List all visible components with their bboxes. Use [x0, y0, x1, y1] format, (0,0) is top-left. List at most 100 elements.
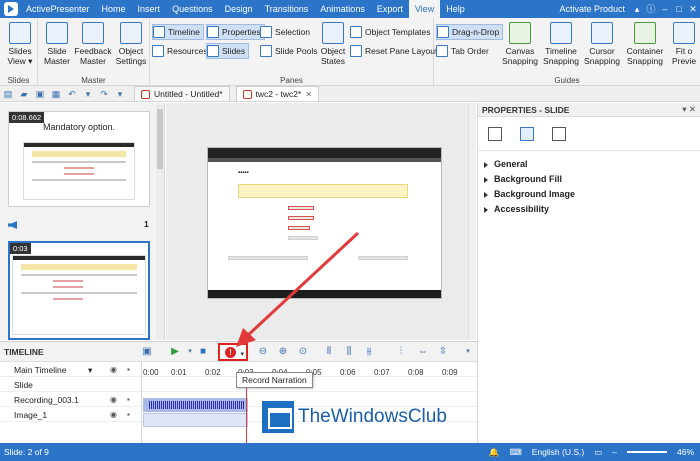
- section-general[interactable]: General: [478, 157, 700, 172]
- redo-icon[interactable]: ↷: [96, 87, 112, 101]
- timeline-pane-button[interactable]: Timeline: [152, 24, 204, 40]
- activate-product-link[interactable]: Activate Product: [554, 0, 630, 18]
- export-icon[interactable]: ▦: [48, 87, 64, 101]
- tab-order-button[interactable]: Tab Order: [436, 43, 492, 59]
- zoom-level[interactable]: 46%: [677, 447, 694, 457]
- up-icon[interactable]: ▴: [630, 0, 644, 18]
- play-dropdown-icon[interactable]: ▾: [183, 345, 197, 359]
- object-states-button[interactable]: Object States: [318, 22, 348, 66]
- fit-preview-button[interactable]: Fit o Previe: [670, 22, 698, 66]
- playhead[interactable]: [246, 380, 247, 444]
- play-icon[interactable]: ▶: [168, 345, 182, 359]
- canvas-snapping-label: Canvas Snapping: [502, 46, 538, 66]
- timeline-snapping-label: Timeline Snapping: [543, 46, 579, 66]
- section-background-image[interactable]: Background Image: [478, 187, 700, 202]
- fit-preview-icon: [673, 22, 695, 44]
- container-snapping-button[interactable]: Container Snapping: [624, 22, 666, 66]
- open-folder-icon[interactable]: ▰: [16, 87, 32, 101]
- section-label: Background Fill: [494, 174, 563, 184]
- menu-insert[interactable]: Insert: [132, 0, 167, 18]
- menu-view[interactable]: View: [408, 0, 441, 18]
- customize-icon[interactable]: ▾: [112, 87, 128, 101]
- trim-icon[interactable]: ⫼: [342, 345, 356, 359]
- ribbon: Slides View ▾ Slides Slide Master Feedba…: [0, 18, 700, 86]
- object-templates-button[interactable]: Object Templates: [350, 24, 434, 40]
- slide-master-button[interactable]: Slide Master: [42, 22, 72, 66]
- undo-icon[interactable]: ↶: [64, 87, 80, 101]
- canvas-snapping-button[interactable]: Canvas Snapping: [502, 22, 538, 66]
- lock-icon[interactable]: ▪: [127, 365, 130, 374]
- maximize-icon[interactable]: □: [672, 0, 686, 18]
- panes-group-label: Panes: [280, 76, 303, 85]
- drag-n-drop-button[interactable]: Drag-n-Drop: [436, 24, 504, 40]
- doc-tab-twc2[interactable]: twc2 - twc2* ✕: [235, 86, 320, 101]
- menu-questions[interactable]: Questions: [166, 0, 219, 18]
- slide-thumbnail-2[interactable]: 0:03: [8, 241, 150, 340]
- info-icon[interactable]: ⓘ: [644, 0, 658, 18]
- new-icon[interactable]: ▤: [0, 87, 16, 101]
- zoom-in-icon[interactable]: ⊕: [276, 345, 290, 359]
- view-mode-icon[interactable]: ▭: [594, 447, 602, 458]
- menu-export[interactable]: Export: [371, 0, 409, 18]
- menu-animations[interactable]: Animations: [314, 0, 371, 18]
- more-options-icon[interactable]: ▾: [461, 345, 475, 359]
- language-label[interactable]: English (U.S.): [532, 447, 584, 457]
- slide-screenshot-image[interactable]: ▪▪▪▪▪: [207, 147, 442, 299]
- stop-icon[interactable]: ■: [196, 345, 210, 359]
- properties-layout-tab-icon[interactable]: [520, 127, 534, 141]
- fit-icon[interactable]: ⇔: [416, 345, 430, 359]
- notifications-icon[interactable]: 🔔: [489, 447, 500, 458]
- split-icon[interactable]: ⫴: [322, 345, 336, 359]
- properties-interaction-tab-icon[interactable]: [552, 127, 566, 141]
- slides-scrollbar[interactable]: [156, 103, 164, 340]
- lock-icon[interactable]: ▪: [127, 395, 130, 404]
- delete-range-icon[interactable]: ⫶: [394, 345, 408, 359]
- cursor-snapping-button[interactable]: Cursor Snapping: [584, 22, 620, 66]
- eye-icon[interactable]: ◉: [110, 410, 117, 419]
- zoom-fit-icon[interactable]: ⊙: [296, 345, 310, 359]
- close-tab-icon[interactable]: ✕: [305, 90, 312, 99]
- slides-view-button[interactable]: Slides View ▾: [6, 22, 34, 66]
- insert-icon[interactable]: ▣: [140, 345, 154, 359]
- align-icon[interactable]: ⇳: [436, 345, 450, 359]
- eye-icon[interactable]: ◉: [110, 365, 117, 374]
- reset-pane-layout-button[interactable]: Reset Pane Layout: [350, 43, 440, 59]
- feedback-master-button[interactable]: Feedback Master: [74, 22, 112, 66]
- zoom-out-status-icon[interactable]: –: [612, 447, 617, 457]
- undo-dropdown-icon[interactable]: ▾: [80, 87, 96, 101]
- canvas-scrollbar[interactable]: [468, 103, 476, 340]
- menu-file[interactable]: ActivePresenter: [20, 0, 96, 18]
- slide-thumbnail-1[interactable]: 0:08.662 Mandatory option.: [8, 111, 150, 207]
- slide-preview-image: [12, 255, 146, 335]
- eye-icon[interactable]: ◉: [110, 395, 117, 404]
- object-settings-button[interactable]: Object Settings: [114, 22, 148, 66]
- save-icon[interactable]: ▣: [32, 87, 48, 101]
- properties-general-tab-icon[interactable]: [488, 127, 502, 141]
- selection-icon: [260, 26, 272, 38]
- chevron-down-icon[interactable]: ▾: [88, 365, 92, 376]
- lock-icon[interactable]: ▪: [127, 410, 130, 419]
- selection-pane-button[interactable]: Selection: [260, 24, 313, 40]
- image-clip[interactable]: [143, 413, 248, 427]
- doc-tab-untitled[interactable]: Untitled - Untitled*: [134, 86, 230, 101]
- slide-pools-button[interactable]: Slide Pools: [260, 43, 321, 59]
- close-icon[interactable]: ✕: [686, 0, 700, 18]
- zoom-out-icon[interactable]: ⊖: [256, 345, 270, 359]
- record-narration-button[interactable]: ! ▾: [218, 343, 248, 361]
- properties-menu-icon[interactable]: ▾ ✕: [682, 104, 696, 115]
- section-accessibility[interactable]: Accessibility: [478, 202, 700, 217]
- menu-transitions[interactable]: Transitions: [259, 0, 315, 18]
- slide-canvas[interactable]: ▪▪▪▪▪: [166, 103, 476, 340]
- menu-home[interactable]: Home: [96, 0, 132, 18]
- section-background-fill[interactable]: Background Fill: [478, 172, 700, 187]
- menu-design[interactable]: Design: [219, 0, 259, 18]
- resources-pane-button[interactable]: Resources: [152, 43, 211, 59]
- audio-waveform-clip[interactable]: [143, 398, 248, 412]
- menu-help[interactable]: Help: [440, 0, 471, 18]
- cut-icon[interactable]: ⫵: [362, 345, 376, 359]
- minimize-icon[interactable]: –: [658, 0, 672, 18]
- timeline-snapping-button[interactable]: Timeline Snapping: [542, 22, 580, 66]
- zoom-slider[interactable]: [626, 451, 667, 453]
- properties-pane-button[interactable]: Properties: [206, 24, 265, 40]
- slides-pane-button[interactable]: Slides: [206, 43, 250, 59]
